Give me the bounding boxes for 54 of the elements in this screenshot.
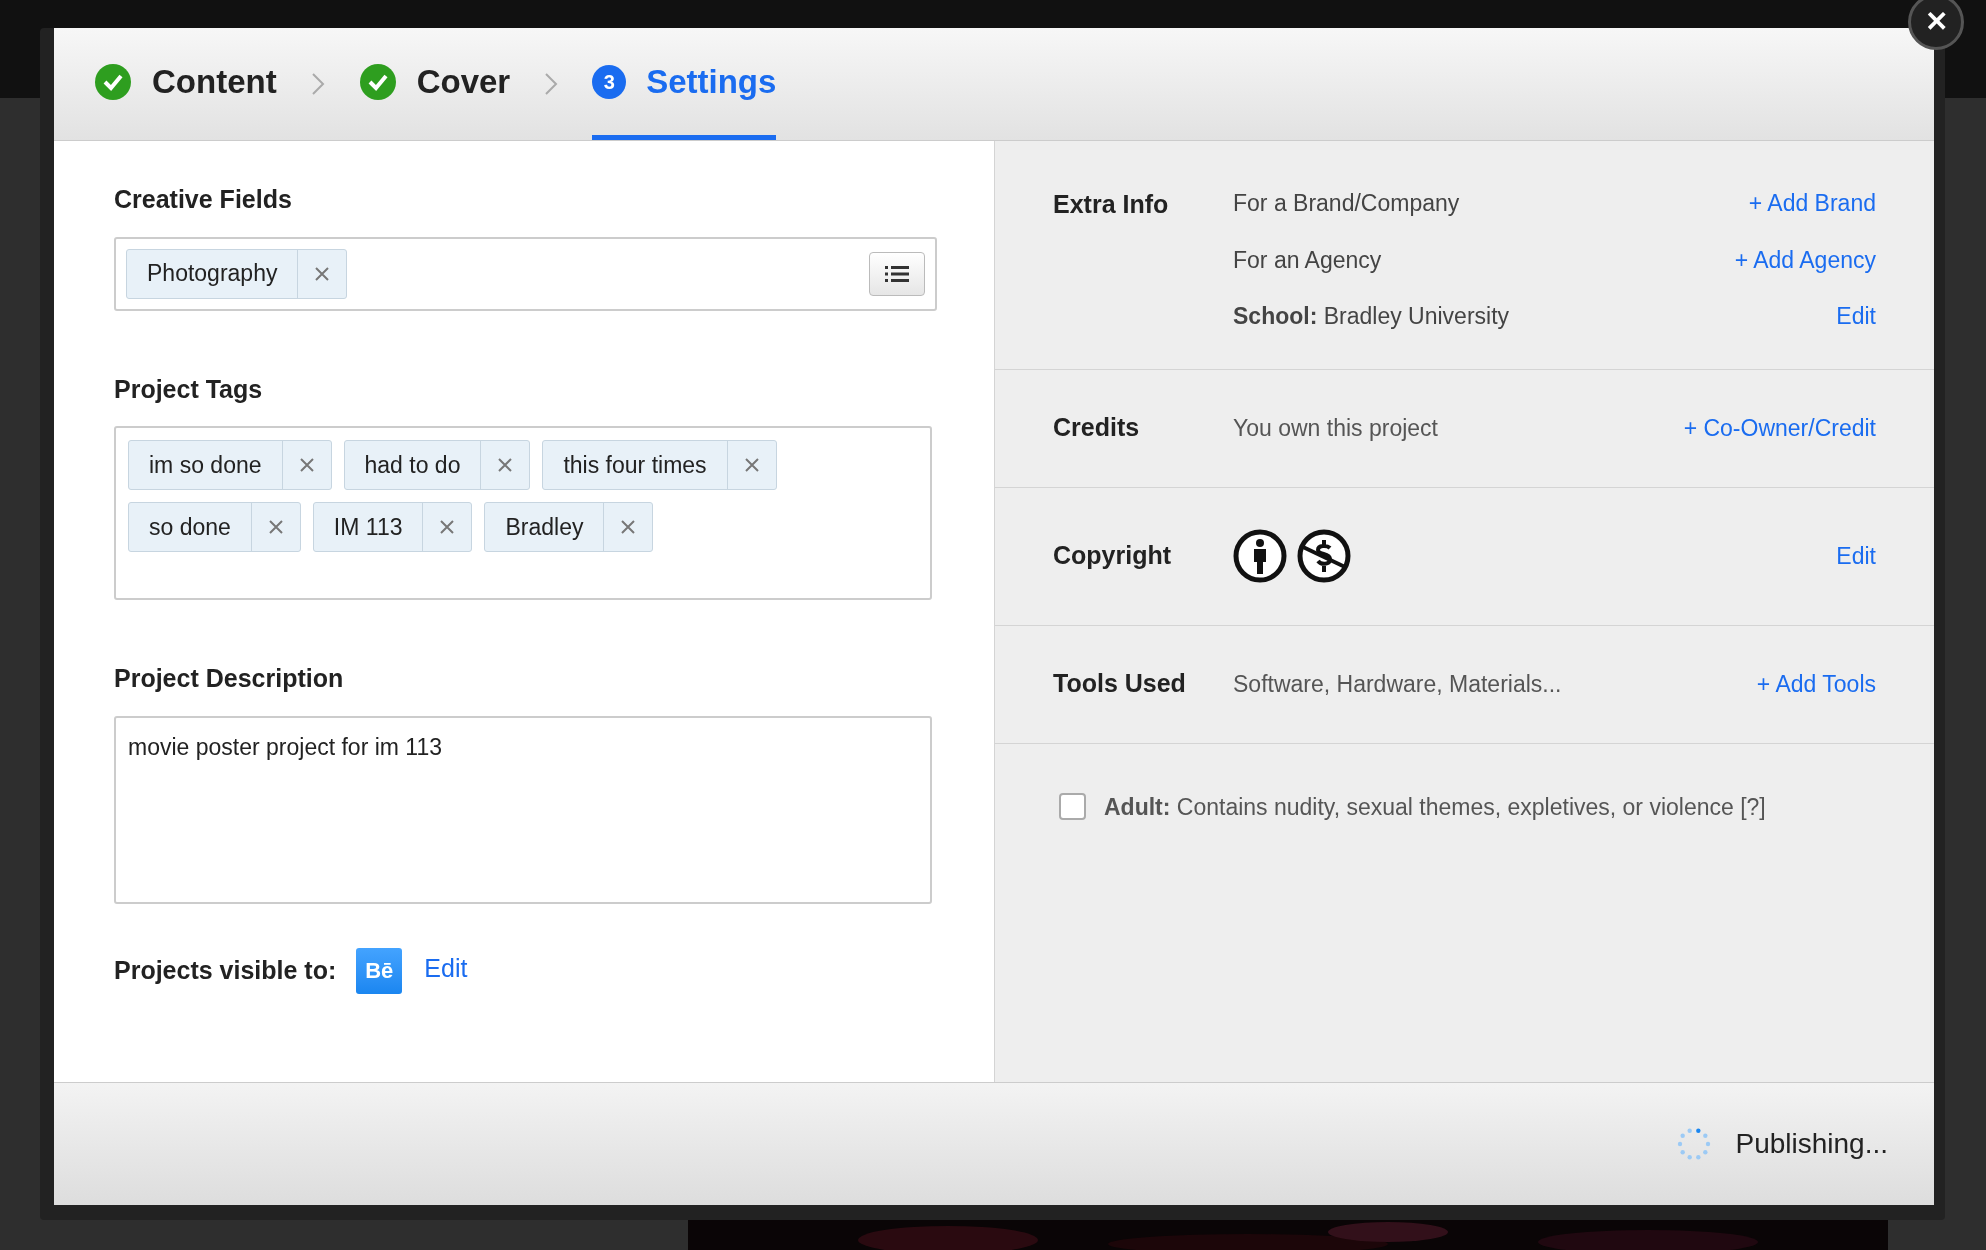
publishing-status: Publishing... <box>1735 1127 1888 1161</box>
step-tab[interactable]: Cover <box>358 28 511 140</box>
info-text: You own this project <box>1233 413 1438 443</box>
section-label: Tools Used <box>1053 668 1187 700</box>
visibility-label: Projects visible to: <box>114 954 337 986</box>
field-label: Project Description <box>114 663 345 694</box>
action-link[interactable]: + Add Tools <box>1756 666 1876 702</box>
chevron-right-icon <box>310 72 325 96</box>
description-field[interactable]: movie poster project for im 113 <box>114 715 932 904</box>
action-link[interactable]: + Add Brand <box>1748 186 1876 221</box>
section-label: Copyright <box>1053 540 1173 572</box>
loading-spinner-icon <box>1677 1127 1712 1161</box>
tag-label: Photography <box>146 259 279 289</box>
close-icon[interactable] <box>298 457 315 473</box>
field-label: Project Tags <box>114 373 264 405</box>
project-tags-input[interactable]: im so done had to do this four times so done IM 113 Bradley <box>114 426 932 600</box>
close-icon[interactable] <box>314 265 331 282</box>
action-link[interactable]: + Add Agency <box>1734 242 1876 277</box>
info-text: Software, Hardware, Materials... <box>1233 669 1562 699</box>
action-link[interactable]: + Co-Owner/Credit <box>1683 410 1876 446</box>
step-tab[interactable]: 3 Settings <box>592 28 777 140</box>
noncommercial-icon <box>1297 529 1351 583</box>
list-button[interactable] <box>869 251 925 296</box>
tag-label: im so done <box>148 450 263 480</box>
attribution-icon <box>1233 529 1287 583</box>
action-link[interactable]: Edit <box>1836 538 1876 574</box>
section-label: Credits <box>1053 412 1141 444</box>
tag-label: this four times <box>562 450 708 480</box>
tag-label: so done <box>148 512 232 542</box>
edit-link[interactable]: Edit <box>424 949 468 988</box>
tag-label: had to do <box>363 450 462 480</box>
behance-badge: Bē <box>356 947 403 994</box>
list-icon <box>885 264 909 283</box>
close-icon[interactable] <box>620 519 637 535</box>
info-text: For a Brand/Company <box>1233 189 1460 218</box>
close-icon[interactable] <box>743 457 760 473</box>
section-label: Extra Info <box>1053 189 1170 220</box>
info-text: School: Bradley University <box>1233 302 1510 331</box>
chevron-right-icon <box>544 72 559 96</box>
step-number: 3 <box>592 64 627 99</box>
check-icon <box>358 62 397 101</box>
close-icon[interactable] <box>439 519 456 535</box>
tag-label: Bradley <box>504 512 585 542</box>
action-link[interactable]: Edit <box>1836 299 1876 334</box>
creative-fields-input[interactable]: Photography <box>114 236 937 311</box>
adult-label: Adult: Contains nudity, sexual themes, expletives, or violence [?] <box>1104 792 1766 822</box>
info-text: For an Agency <box>1233 245 1382 275</box>
field-label: Creative Fields <box>114 184 293 215</box>
tag-label: IM 113 <box>332 512 404 542</box>
close-icon[interactable] <box>267 519 284 535</box>
check-icon <box>94 62 132 101</box>
step-tab[interactable]: Content <box>94 28 277 140</box>
close-icon[interactable] <box>497 457 514 473</box>
adult-checkbox[interactable] <box>1059 793 1086 821</box>
